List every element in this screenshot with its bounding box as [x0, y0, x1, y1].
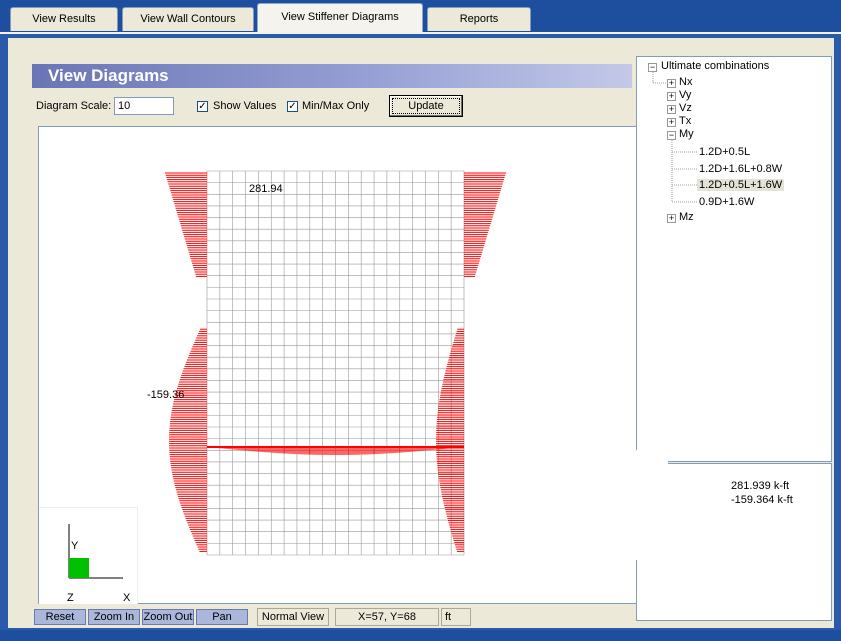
tab-reports[interactable]: Reports — [427, 7, 531, 31]
tab-view-results[interactable]: View Results — [10, 7, 118, 31]
reset-button[interactable]: Reset — [34, 609, 86, 625]
coordinates-status: X=57, Y=68 — [335, 608, 439, 626]
tab-strip: View Results View Wall Contours View Sti… — [0, 0, 841, 33]
tree-item-vy[interactable]: Vy — [679, 89, 691, 101]
tree-item-my[interactable]: My — [679, 128, 694, 140]
bottom-strip — [0, 630, 841, 641]
combination-tree[interactable]: − Ultimate combinations + Nx + Vy + Vz +… — [636, 56, 832, 462]
axis-z-label: Z — [67, 592, 74, 604]
expand-vz-icon[interactable]: + — [667, 105, 676, 114]
min-value-label: -159.36 — [147, 389, 185, 401]
update-button[interactable]: Update — [389, 95, 463, 117]
collapse-root-icon[interactable]: − — [648, 63, 657, 72]
axis-origin-square — [69, 558, 89, 578]
pan-button[interactable]: Pan — [196, 609, 248, 625]
diagram-scale-input[interactable] — [114, 97, 174, 115]
axis-indicator: Y Z X — [39, 507, 138, 604]
expand-vy-icon[interactable]: + — [667, 92, 676, 101]
overlay-blank — [628, 450, 668, 560]
zoom-out-button[interactable]: Zoom Out — [142, 609, 194, 625]
axis-x-label: X — [123, 592, 131, 604]
tab-underline — [0, 32, 841, 34]
tab-view-stiffener-diagrams[interactable]: View Stiffener Diagrams — [257, 3, 423, 33]
result-max: 281.939 k-ft — [731, 480, 790, 492]
expand-mz-icon[interactable]: + — [667, 214, 676, 223]
expand-tx-icon[interactable]: + — [667, 118, 676, 127]
collapse-my-icon[interactable]: − — [667, 131, 676, 140]
tree-item-tx[interactable]: Tx — [679, 115, 691, 127]
tree-item-vz[interactable]: Vz — [679, 102, 692, 114]
main-panel: View Diagrams Diagram Scale: ✓ Show Valu… — [8, 38, 834, 628]
diagram-canvas[interactable]: 281.94 -159.36 Y Z X — [38, 126, 638, 604]
tree-item-nx[interactable]: Nx — [679, 76, 692, 88]
unit-status: ft — [441, 608, 471, 626]
view-mode-status: Normal View — [257, 608, 329, 626]
page-title: View Diagrams — [48, 66, 169, 85]
tree-item-mz[interactable]: Mz — [679, 211, 694, 223]
expand-nx-icon[interactable]: + — [667, 79, 676, 88]
tree-item-my-combo[interactable]: 0.9D+1.6W — [699, 196, 754, 208]
result-min: -159.364 k-ft — [731, 494, 793, 506]
axis-y-label: Y — [71, 540, 79, 552]
tab-view-wall-contours[interactable]: View Wall Contours — [122, 7, 254, 31]
diagram-scale-label: Diagram Scale: — [36, 100, 112, 112]
minmax-only-label: Min/Max Only — [302, 100, 370, 112]
header-bar: View Diagrams — [32, 64, 632, 88]
show-values-label: Show Values — [213, 100, 277, 112]
tree-item-my-combo[interactable]: 1.2D+1.6L+0.8W — [699, 163, 782, 175]
wall-grid — [206, 170, 465, 556]
max-value-label: 281.94 — [249, 183, 283, 195]
zoom-in-button[interactable]: Zoom In — [88, 609, 140, 625]
minmax-only-checkbox[interactable]: ✓ — [287, 101, 298, 112]
tree-item-my-combo-selected[interactable]: 1.2D+0.5L+1.6W — [697, 179, 785, 191]
show-values-checkbox[interactable]: ✓ — [197, 101, 208, 112]
tree-item-my-combo[interactable]: 1.2D+0.5L — [699, 146, 750, 158]
tree-root[interactable]: Ultimate combinations — [661, 60, 769, 72]
